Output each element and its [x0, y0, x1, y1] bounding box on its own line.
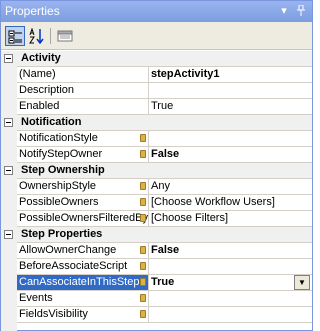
dropdown-arrow-icon[interactable]: ▾	[277, 4, 291, 18]
property-name[interactable]: AllowOwnerChange	[17, 243, 149, 258]
property-row[interactable]: Enabled True	[1, 99, 312, 115]
property-grid: Activity (Name) stepActivity1 Description En…	[1, 51, 312, 323]
row-gutter	[1, 307, 17, 323]
property-name[interactable]: CanAssociateInThisStep	[17, 275, 149, 290]
category-label: Activity	[21, 52, 61, 64]
property-name[interactable]: OwnershipStyle	[17, 179, 149, 194]
row-gutter	[1, 147, 17, 163]
property-row[interactable]: NotifyStepOwner False	[1, 147, 312, 163]
category-label: Step Properties	[21, 228, 103, 240]
value-dropdown-button[interactable]: ▼	[294, 275, 310, 290]
row-gutter	[1, 275, 17, 291]
property-row[interactable]: Events	[1, 291, 312, 307]
row-gutter	[1, 227, 17, 243]
property-name[interactable]: Events	[17, 291, 149, 306]
property-row[interactable]: FieldsVisibility	[1, 307, 312, 323]
property-value[interactable]	[151, 307, 312, 322]
property-value[interactable]	[151, 259, 312, 274]
row-gutter	[1, 99, 17, 115]
category-label: Notification	[21, 116, 82, 128]
property-pages-icon	[57, 30, 73, 42]
property-value[interactable]: False	[151, 147, 312, 162]
property-row[interactable]: PossibleOwnersFilteredBy [Choose Filters]	[1, 211, 312, 227]
property-name[interactable]: NotifyStepOwner	[17, 147, 149, 162]
property-row[interactable]: AllowOwnerChange False	[1, 243, 312, 259]
property-row[interactable]: NotificationStyle	[1, 131, 312, 147]
property-row[interactable]: OwnershipStyle Any	[1, 179, 312, 195]
grid-gutter	[1, 323, 17, 331]
property-value[interactable]	[151, 131, 312, 146]
property-value[interactable]: stepActivity1	[151, 67, 312, 82]
categorized-button[interactable]	[5, 26, 25, 46]
property-name[interactable]: Enabled	[17, 99, 149, 114]
property-value[interactable]: Any	[151, 179, 312, 194]
title-bar: Properties ▾	[1, 1, 312, 22]
lock-icon	[140, 150, 146, 158]
row-gutter	[1, 83, 17, 99]
lock-icon	[140, 198, 146, 206]
collapse-icon[interactable]	[4, 118, 13, 127]
row-gutter	[1, 67, 17, 83]
property-name[interactable]: (Name)	[17, 67, 149, 82]
categorized-icon	[8, 30, 22, 44]
property-name[interactable]: FieldsVisibility	[17, 307, 149, 322]
collapse-icon[interactable]	[4, 230, 13, 239]
alphabetical-button[interactable]	[27, 26, 47, 46]
window-title: Properties	[5, 4, 60, 18]
category-label: Step Ownership	[21, 164, 105, 176]
property-value[interactable]: False	[151, 243, 312, 258]
lock-icon	[140, 214, 146, 222]
property-value[interactable]: [Choose Workflow Users]	[151, 195, 312, 210]
row-gutter	[1, 115, 17, 131]
property-row[interactable]: CanAssociateInThisStep True ▼	[1, 275, 312, 291]
row-gutter	[1, 259, 17, 275]
lock-icon	[140, 310, 146, 318]
property-value[interactable]	[151, 291, 312, 306]
property-pages-button[interactable]	[55, 26, 75, 46]
lock-icon	[140, 134, 146, 142]
category-row[interactable]: Activity	[1, 51, 312, 67]
property-value[interactable]: [Choose Filters]	[151, 211, 312, 226]
property-row[interactable]: (Name) stepActivity1	[1, 67, 312, 83]
alphabetical-sort-icon	[29, 28, 44, 44]
lock-icon	[140, 262, 146, 270]
category-row[interactable]: Step Properties	[1, 227, 312, 243]
row-gutter	[1, 243, 17, 259]
property-value[interactable]	[151, 83, 312, 98]
row-gutter	[1, 291, 17, 307]
property-value[interactable]: True	[151, 275, 312, 290]
row-gutter	[1, 163, 17, 179]
lock-icon	[140, 246, 146, 254]
lock-icon	[140, 278, 146, 286]
property-name[interactable]: NotificationStyle	[17, 131, 149, 146]
property-name[interactable]: Description	[17, 83, 149, 98]
row-gutter	[1, 131, 17, 147]
collapse-icon[interactable]	[4, 54, 13, 63]
property-name[interactable]: PossibleOwnersFilteredBy	[17, 211, 149, 226]
category-row[interactable]: Step Ownership	[1, 163, 312, 179]
row-gutter	[1, 211, 17, 227]
property-name[interactable]: BeforeAssociateScript	[17, 259, 149, 274]
row-gutter	[1, 179, 17, 195]
collapse-icon[interactable]	[4, 166, 13, 175]
toolbar	[1, 22, 312, 50]
property-name[interactable]: PossibleOwners	[17, 195, 149, 210]
property-row[interactable]: Description	[1, 83, 312, 99]
category-row[interactable]: Notification	[1, 115, 312, 131]
row-gutter	[1, 51, 17, 67]
property-row[interactable]: BeforeAssociateScript	[1, 259, 312, 275]
row-gutter	[1, 195, 17, 211]
property-row[interactable]: PossibleOwners [Choose Workflow Users]	[1, 195, 312, 211]
properties-window: Properties ▾ Activity (Name) stepActivit…	[0, 0, 313, 331]
lock-icon	[140, 182, 146, 190]
lock-icon	[140, 294, 146, 302]
pin-icon[interactable]	[294, 4, 308, 18]
property-value[interactable]: True	[151, 99, 312, 114]
toolbar-separator	[50, 28, 51, 44]
